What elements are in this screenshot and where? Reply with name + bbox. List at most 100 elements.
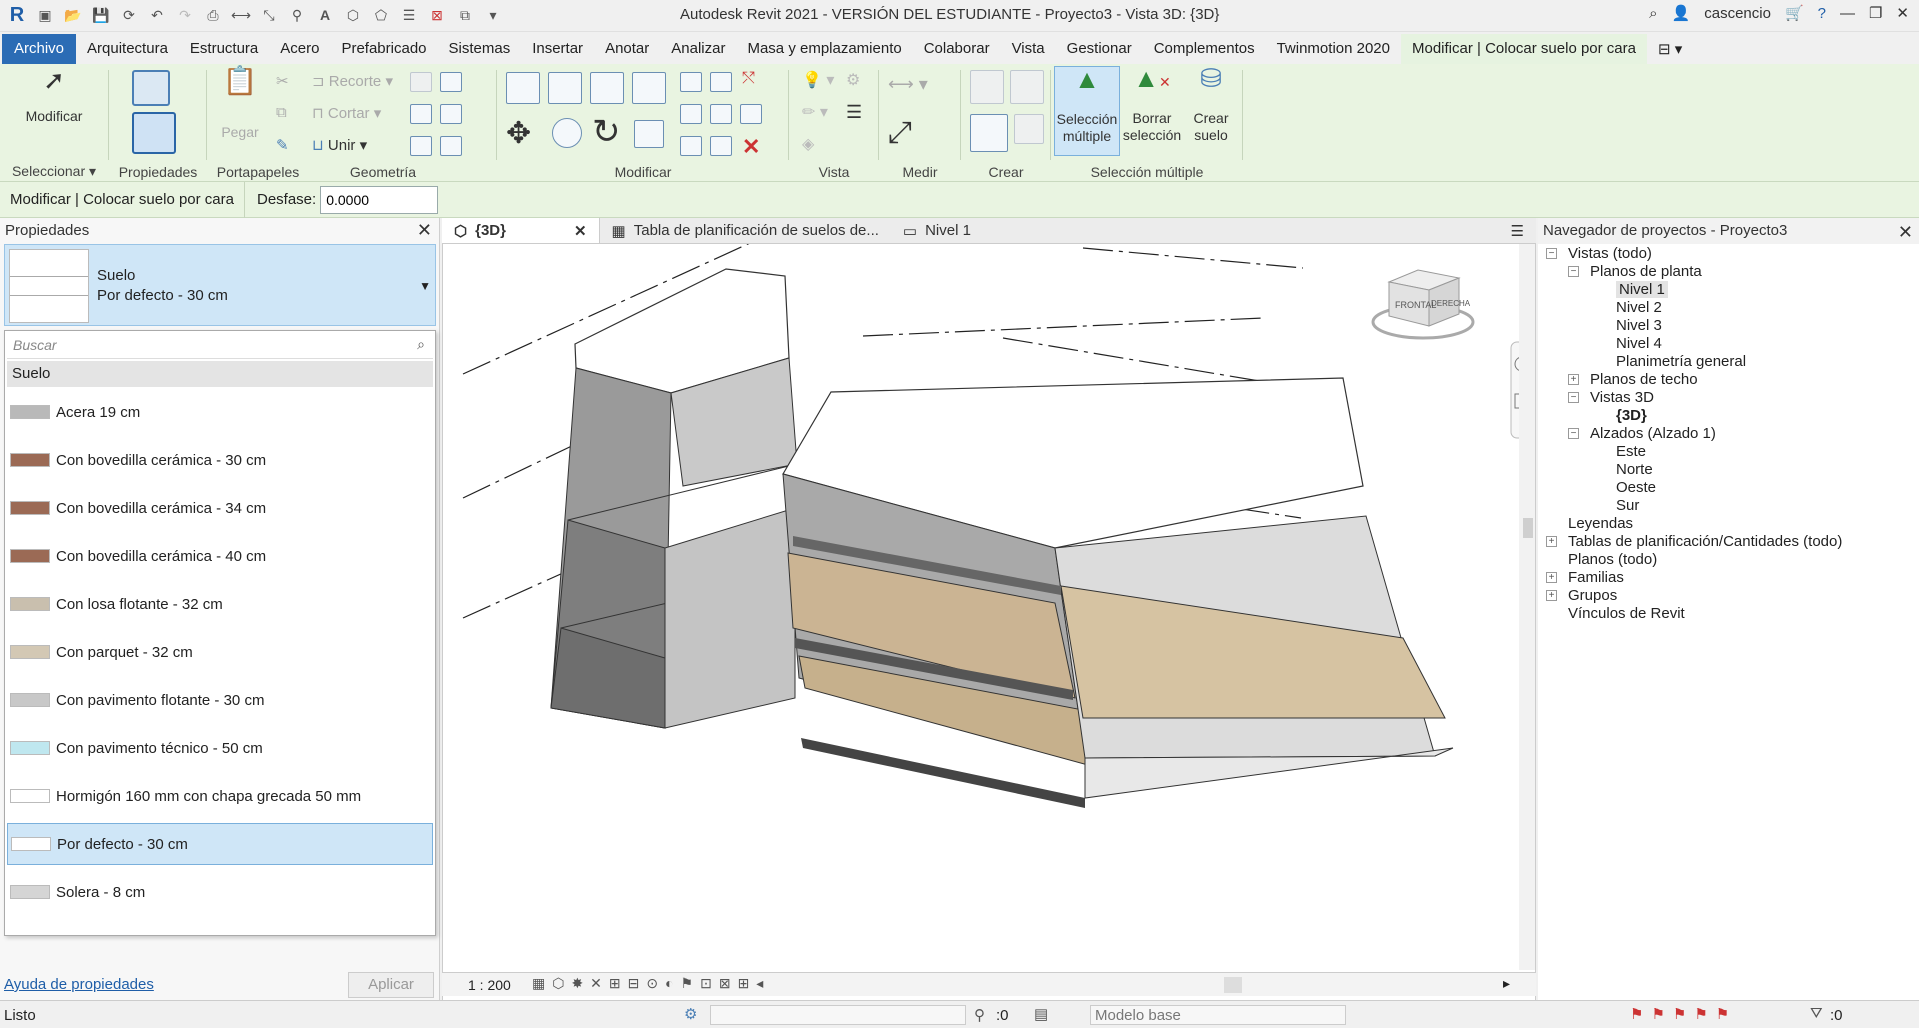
copy-icon[interactable]: ⧉ bbox=[276, 104, 287, 121]
tree-node-planos-planta[interactable]: Planos de planta bbox=[1590, 263, 1702, 280]
redo-icon[interactable]: ↷ bbox=[174, 4, 196, 26]
user-name[interactable]: cascencio bbox=[1704, 5, 1771, 22]
cope-button[interactable]: ⊐ Recorte ▾ bbox=[312, 72, 393, 90]
type-option[interactable]: Con bovedilla cerámica - 30 cm bbox=[7, 439, 433, 481]
tree-node-alzados[interactable]: Alzados (Alzado 1) bbox=[1590, 425, 1716, 442]
project-browser-close-icon[interactable]: ✕ bbox=[1898, 222, 1913, 243]
offset-icon[interactable] bbox=[548, 72, 582, 104]
tree-node-norte[interactable]: Norte bbox=[1616, 461, 1653, 478]
tree-node-nivel-2[interactable]: Nivel 2 bbox=[1616, 299, 1662, 316]
scale-icon[interactable] bbox=[710, 104, 732, 124]
tag-icon[interactable]: ⚲ bbox=[286, 4, 308, 26]
tab-nivel-1[interactable]: ▭ Nivel 1 bbox=[891, 218, 983, 243]
copy-element-icon[interactable] bbox=[552, 118, 582, 148]
create-parts-icon[interactable] bbox=[970, 114, 1008, 152]
3d-view-icon[interactable]: ⬡ bbox=[342, 4, 364, 26]
tree-node-grupos[interactable]: Grupos bbox=[1568, 587, 1617, 604]
trim-extend-multiple-icon[interactable] bbox=[710, 136, 732, 156]
delete-icon[interactable]: ✕ bbox=[742, 134, 760, 160]
user-icon[interactable]: 👤 bbox=[1672, 4, 1691, 22]
type-option[interactable]: Solera - 8 cm bbox=[7, 871, 433, 913]
selection-toggle-icons[interactable]: ⚑⚑⚑⚑⚑ bbox=[1630, 1005, 1737, 1023]
print-icon[interactable]: ⎙ bbox=[202, 4, 224, 26]
vertical-scrollbar[interactable] bbox=[1519, 218, 1535, 970]
sync-icon[interactable]: ⟳ bbox=[118, 4, 140, 26]
search-icon[interactable]: ⌕ bbox=[417, 336, 425, 353]
tree-node-nivel-1[interactable]: Nivel 1 bbox=[1616, 281, 1668, 298]
tab-colaborar[interactable]: Colaborar bbox=[913, 34, 1001, 64]
minimize-icon[interactable]: — bbox=[1840, 5, 1855, 22]
create-similar-icon[interactable] bbox=[970, 70, 1004, 104]
tab-vista[interactable]: Vista bbox=[1001, 34, 1056, 64]
expand-icon[interactable]: + bbox=[1546, 572, 1557, 583]
scroll-right-icon[interactable]: ▸ bbox=[1503, 975, 1510, 992]
tab-anotar[interactable]: Anotar bbox=[594, 34, 660, 64]
scroll-thumb[interactable] bbox=[1523, 518, 1533, 538]
properties-icon[interactable] bbox=[132, 112, 176, 154]
collapse-icon[interactable]: − bbox=[1568, 392, 1579, 403]
cart-icon[interactable]: 🛒 bbox=[1785, 4, 1804, 22]
create-assembly-icon[interactable] bbox=[1010, 70, 1044, 104]
close-icon[interactable]: ✕ bbox=[1896, 4, 1909, 22]
customize-qat-icon[interactable]: ▾ bbox=[482, 4, 504, 26]
properties-close-icon[interactable]: ✕ bbox=[417, 220, 432, 241]
tab-modificar-colocar-suelo[interactable]: Modificar | Colocar suelo por cara bbox=[1401, 34, 1647, 64]
split-face-icon[interactable] bbox=[440, 72, 462, 92]
tree-node-planimetria[interactable]: Planimetría general bbox=[1616, 353, 1746, 370]
tree-node-vinculos[interactable]: Vínculos de Revit bbox=[1568, 605, 1685, 622]
hide-element-icon[interactable]: 💡 ▾ bbox=[802, 70, 834, 90]
tree-node-tablas[interactable]: Tablas de planificación/Cantidades (todo… bbox=[1568, 533, 1842, 550]
create-group-icon[interactable] bbox=[1014, 114, 1044, 144]
tree-node-planos[interactable]: Planos (todo) bbox=[1568, 551, 1657, 568]
collapse-icon[interactable]: − bbox=[1568, 266, 1579, 277]
type-option[interactable]: Hormigón 160 mm con chapa grecada 50 mm bbox=[7, 775, 433, 817]
align-icon[interactable] bbox=[506, 72, 540, 104]
expand-icon[interactable]: + bbox=[1568, 374, 1579, 385]
selection-filter-icon[interactable]: ⚲ bbox=[974, 1006, 985, 1024]
tab-twinmotion[interactable]: Twinmotion 2020 bbox=[1266, 34, 1401, 64]
workset-select[interactable] bbox=[710, 1005, 966, 1025]
horizontal-scroll-thumb[interactable] bbox=[1224, 977, 1242, 993]
properties-help-link[interactable]: Ayuda de propiedades bbox=[4, 976, 154, 993]
select-multiple-button[interactable]: ▲ Selección múltiple bbox=[1054, 66, 1120, 156]
tree-node-3d[interactable]: {3D} bbox=[1616, 407, 1647, 424]
type-option[interactable]: Acera 19 cm bbox=[7, 391, 433, 433]
tree-node-leyendas[interactable]: Leyendas bbox=[1568, 515, 1633, 532]
create-floor-button[interactable]: ⛁ Crear suelo bbox=[1184, 65, 1238, 144]
paste-button[interactable]: 📋 Pegar bbox=[218, 67, 262, 141]
tree-node-planos-techo[interactable]: Planos de techo bbox=[1590, 371, 1698, 388]
tab-sistemas[interactable]: Sistemas bbox=[438, 34, 522, 64]
section-icon[interactable]: ⬠ bbox=[370, 4, 392, 26]
type-option[interactable]: Con losa flotante - 32 cm bbox=[7, 583, 433, 625]
apply-button[interactable]: Aplicar bbox=[348, 972, 434, 998]
mirror-draw-icon[interactable] bbox=[632, 72, 666, 104]
type-option[interactable]: Con pavimento flotante - 30 cm bbox=[7, 679, 433, 721]
search-binoculars-icon[interactable]: ⌕ bbox=[1649, 5, 1657, 22]
tree-node-este[interactable]: Este bbox=[1616, 443, 1646, 460]
tab-arquitectura[interactable]: Arquitectura bbox=[76, 34, 179, 64]
revit-logo-icon[interactable]: R bbox=[6, 4, 28, 26]
type-option-selected[interactable]: Por defecto - 30 cm bbox=[7, 823, 433, 865]
match-type-icon[interactable]: ✎ bbox=[276, 136, 289, 154]
view-canvas[interactable]: FRONTAL DERECHA bbox=[442, 218, 1536, 1000]
tab-acero[interactable]: Acero bbox=[269, 34, 330, 64]
thin-lines-view-icon[interactable]: ☰ bbox=[846, 102, 862, 123]
tab-gestionar[interactable]: Gestionar bbox=[1056, 34, 1143, 64]
mirror-axis-icon[interactable] bbox=[590, 72, 624, 104]
tree-node-vistas-3d[interactable]: Vistas 3D bbox=[1590, 389, 1654, 406]
join-button[interactable]: ⊔ Unir ▾ bbox=[312, 136, 367, 154]
family-types-icon[interactable] bbox=[132, 70, 170, 106]
chevron-down-icon[interactable]: ▼ bbox=[419, 279, 431, 293]
tab-complementos[interactable]: Complementos bbox=[1143, 34, 1266, 64]
split-gap-icon[interactable] bbox=[710, 72, 732, 92]
type-option[interactable]: Con bovedilla cerámica - 34 cm bbox=[7, 487, 433, 529]
dimension-icon[interactable]: ⤡ bbox=[258, 4, 280, 26]
paint-icon[interactable] bbox=[440, 104, 462, 124]
modify-tool-button[interactable]: ➚ Modificar bbox=[14, 67, 94, 125]
tabs-menu-icon[interactable]: ☰ bbox=[1499, 218, 1536, 243]
close-hidden-icon[interactable]: ⊠ bbox=[426, 4, 448, 26]
tab-schedule[interactable]: ▦ Tabla de planificación de suelos de... bbox=[600, 218, 891, 243]
tree-node-familias[interactable]: Familias bbox=[1568, 569, 1624, 586]
cut-button[interactable]: ⊓ Cortar ▾ bbox=[312, 104, 381, 122]
ribbon-display-toggle-icon[interactable]: ⊟ ▾ bbox=[1647, 34, 1693, 64]
